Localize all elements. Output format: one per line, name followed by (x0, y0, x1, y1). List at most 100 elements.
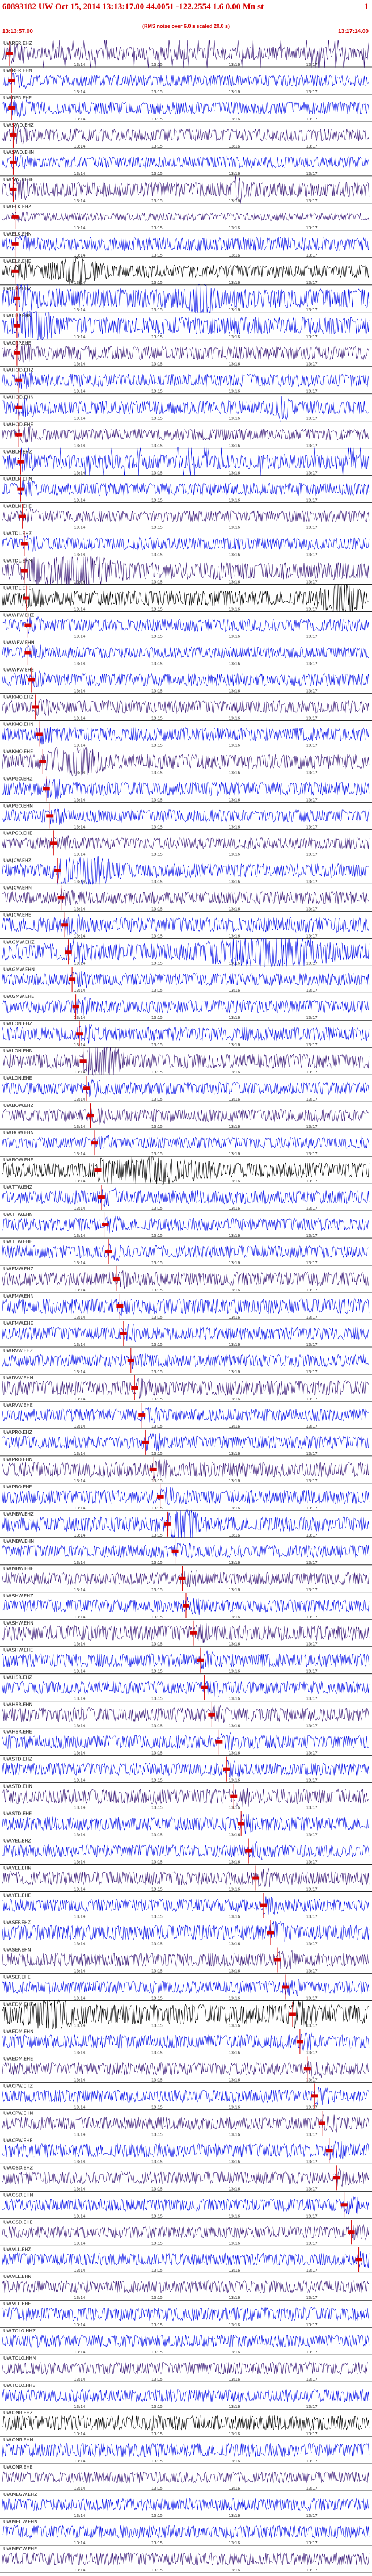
tick-label: 13:14 (74, 553, 86, 557)
waveform (2, 1458, 370, 1480)
pick-marker (20, 569, 28, 573)
trace-row: 13:14 13:15 13:16 13:17 UW.FMW.EHE (0, 1320, 372, 1348)
tick-label: 13:15 (151, 2405, 163, 2409)
trace-row: 13:14 13:15 13:16 13:17 UW.MBW.EHE (0, 1566, 372, 1593)
tick-label: 13:16 (229, 2132, 240, 2137)
window-start: 13:13:57.00 (2, 28, 33, 35)
tick-label: 13:15 (151, 689, 163, 693)
trace-row: 13:14 13:15 13:16 13:17 UW.SHW.EHE (0, 1647, 372, 1675)
tick-label: 13:14 (74, 2432, 86, 2436)
trace-row: 13:14 13:15 13:16 13:17 UW.SWD.EHN (0, 149, 372, 177)
tick-label: 13:16 (229, 2377, 240, 2382)
tick-label: 13:15 (151, 1887, 163, 1892)
pick-marker (333, 2176, 340, 2180)
pick-marker (54, 869, 61, 872)
tick-label: 13:14 (74, 852, 86, 857)
tick-label: 13:16 (229, 1234, 240, 1238)
tick-label: 13:17 (306, 1860, 318, 1865)
tick-label: 13:17 (306, 2268, 318, 2273)
tick-label: 13:14 (74, 2050, 86, 2055)
waveform (2, 372, 370, 389)
trace-label: UW.MEGW.EHE (3, 2546, 37, 2552)
tick-label: 13:14 (74, 2405, 86, 2409)
tick-label: 13:17 (306, 825, 318, 829)
pick-marker (348, 2230, 355, 2234)
trace-label: UW.ONR.EHE (3, 2465, 33, 2470)
tick-label: 13:15 (151, 2268, 163, 2273)
tick-label: 13:14 (74, 2296, 86, 2300)
pick-marker (79, 1059, 87, 1063)
waveform (2, 2334, 370, 2348)
tick-label: 13:15 (151, 362, 163, 367)
pick-marker (24, 651, 32, 655)
tick-label: 13:17 (306, 1915, 318, 1919)
trace-label: UW.ONR.EHN (3, 2437, 33, 2443)
trace-row: 13:14 13:15 13:16 13:17 UW.LON.EHE (0, 1076, 372, 1102)
tick-label: 13:17 (306, 1234, 318, 1238)
trace-label: UW.CPW.EHE (3, 2138, 32, 2143)
trace-label: UW.EDM.EHZ (3, 2002, 33, 2007)
trace-row: 13:14 13:15 13:16 13:17 UW.ELK.EHN (0, 231, 372, 258)
waveform (2, 1323, 370, 1343)
tick-label: 13:17 (306, 1642, 318, 1647)
tick-label: 13:15 (151, 526, 163, 530)
tick-label: 13:16 (229, 1506, 240, 1511)
waveform (2, 727, 370, 745)
waveform (2, 1298, 370, 1316)
trace-label: UW.GMW.EHZ (3, 939, 35, 945)
waveform (2, 2140, 370, 2160)
trace-row: 13:14 13:15 13:16 13:17 UW.GMW.EHZ (0, 938, 372, 967)
trace-row: 13:14 13:15 13:16 13:17 UW.BLN.EHE (0, 504, 372, 531)
tick-label: 13:16 (229, 1097, 240, 1102)
tick-label: 13:15 (151, 635, 163, 639)
tick-label: 13:14 (74, 1588, 86, 1592)
tick-label: 13:17 (306, 362, 318, 367)
tick-label: 13:16 (229, 308, 240, 312)
pick-marker (57, 896, 65, 900)
tick-label: 13:15 (151, 144, 163, 149)
waveform (2, 211, 370, 223)
tick-label: 13:16 (229, 1915, 240, 1919)
tick-label: 13:14 (74, 2541, 86, 2545)
tick-label: 13:16 (229, 1697, 240, 1701)
trace-label: UW.MBW.EHN (3, 1539, 34, 1544)
trace-row: 13:14 13:15 13:16 13:17 UW.JCW.EHZ (0, 856, 372, 885)
tick-label: 13:14 (74, 1560, 86, 1565)
tick-label: 13:16 (229, 1778, 240, 1783)
waveform (2, 778, 370, 799)
pick-marker (35, 732, 43, 736)
waveform (2, 2471, 370, 2483)
trace-label: UW.PGO.EHZ (3, 776, 33, 781)
tick-label: 13:17 (306, 2214, 318, 2218)
waveform (2, 1623, 370, 1644)
trace-label: UW.STD.EHE (3, 1811, 32, 1816)
waveform (2, 888, 370, 906)
tick-label: 13:15 (151, 1206, 163, 1211)
pick-marker (318, 2121, 325, 2125)
trace-label: UW.GMW.EHN (3, 967, 35, 972)
waveform (2, 1107, 370, 1125)
waveform (2, 616, 370, 634)
trace-row: 13:14 13:15 13:16 13:17UW.GMW.EHE (0, 994, 372, 1021)
trace-row: 13:14 13:15 13:16 13:17 UW.MEGW.EHE (0, 2546, 372, 2573)
trace-row: 13:14 13:15 13:16 13:17 UW.TOLO.HHE (0, 2383, 372, 2410)
tick-label: 13:17 (306, 335, 318, 339)
tick-label: 13:17 (306, 2323, 318, 2327)
waveform (2, 2113, 370, 2133)
tick-label: 13:17 (306, 308, 318, 312)
tick-label: 13:14 (74, 689, 86, 693)
waveform (2, 1406, 370, 1424)
tick-label: 13:15 (151, 2486, 163, 2491)
trace-row: 13:14 13:15 13:16 13:17 UW.TOLO.HHN (0, 2356, 372, 2382)
trace-label: UW.BLN.EHZ (3, 450, 32, 455)
waveform (2, 425, 369, 443)
tick-label: 13:14 (74, 417, 86, 421)
trace-row: 13:14 13:15 13:16 13:17 UW.YEL.EHN (0, 1865, 372, 1892)
tick-label: 13:15 (151, 1751, 163, 1756)
waveform (2, 1896, 370, 1915)
waveform (2, 1079, 370, 1098)
tick-label: 13:14 (74, 580, 86, 585)
tick-label: 13:16 (229, 635, 240, 639)
trace-label: UW.RER.EHZ (3, 41, 32, 46)
tick-label: 13:14 (74, 1043, 86, 1047)
